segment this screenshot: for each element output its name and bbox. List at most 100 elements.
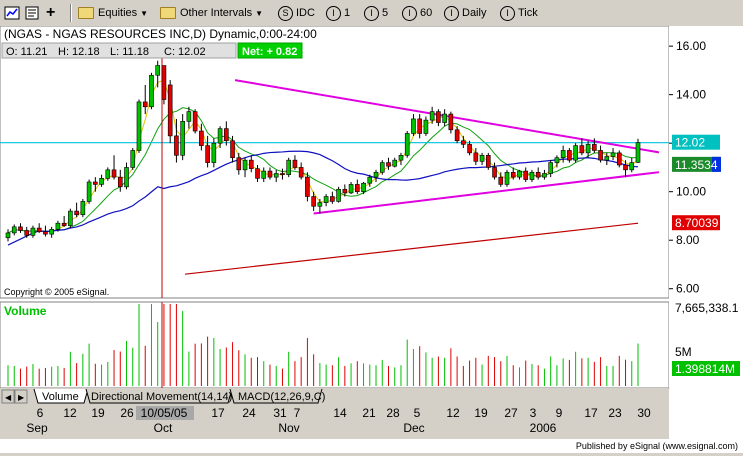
scroll-left-button[interactable]: ◀ (1, 389, 15, 404)
candle-body (36, 227, 42, 233)
month-label: 2006 (530, 421, 557, 435)
candle-body (629, 162, 635, 171)
date-tick-label: 9 (556, 406, 563, 420)
candle-body (454, 129, 460, 142)
candle-body (573, 145, 578, 161)
tab-macd[interactable]: MACD(12,26,9,C) (229, 388, 325, 404)
volume-tick-label: 5M (675, 345, 692, 359)
svg-text:◀: ◀ (5, 393, 12, 402)
candle-body (473, 152, 479, 162)
s-circle-icon: S (278, 5, 293, 21)
scroll-right-button[interactable]: ▶ (14, 389, 28, 404)
candle-body (236, 157, 242, 171)
candle-body (86, 181, 92, 202)
candle-body (560, 150, 566, 159)
date-tick-label: 21 (362, 406, 376, 420)
intervals-dropdown[interactable]: Other Intervals ▼ (160, 3, 263, 23)
candle-body (261, 170, 267, 179)
candle (336, 186, 341, 203)
candle-body (604, 156, 610, 161)
candle (573, 143, 578, 163)
candle-body (292, 159, 298, 168)
properties-icon[interactable] (24, 3, 40, 23)
copyright: Copyright © 2005 eSignal. (4, 287, 109, 297)
folder-icon (78, 7, 94, 19)
candle-body (24, 230, 30, 236)
candle-body (61, 222, 67, 226)
candle-body (49, 228, 54, 235)
interval-daily-button[interactable]: I Daily (444, 3, 486, 23)
candle-body (616, 152, 622, 166)
close-value: C: 12.02 (164, 46, 206, 58)
candle-body (105, 169, 111, 179)
price-badge: 8.70039 (672, 215, 720, 231)
idc-button[interactable]: S IDC (278, 3, 315, 23)
candle-body (610, 152, 616, 157)
candle-body (579, 145, 585, 154)
price-tick-label: 8.00 (676, 233, 700, 247)
candle-body (461, 140, 466, 145)
candle-body (68, 210, 73, 226)
date-axis: 6 12 19 26 10/05/05 17 24 31 7 14 21 28 5 12 19 27 3 9 17 2… (0, 405, 669, 439)
date-tick-label: 7 (294, 406, 301, 420)
candle-body (267, 170, 273, 178)
month-label: Oct (154, 421, 173, 435)
date-tick-label: 17 (584, 406, 598, 420)
candle (68, 208, 73, 229)
interval-1-button[interactable]: I 1 (326, 3, 350, 23)
price-tick-label: 10.00 (676, 185, 706, 199)
candle-body (211, 142, 217, 163)
candle (86, 179, 92, 204)
candle-body (317, 202, 323, 207)
candle-body (542, 173, 547, 178)
candle-body (142, 101, 148, 108)
i-circle-icon: I (444, 5, 459, 21)
candle-body (479, 154, 485, 162)
candle-body (423, 119, 429, 134)
date-tick-label: 10/05/05 (141, 406, 188, 420)
candle-body (311, 196, 316, 207)
candle-body (392, 159, 398, 167)
low-value: L: 11.18 (110, 46, 149, 58)
candle-body (298, 167, 304, 178)
date-tick-label: 5 (414, 406, 421, 420)
date-tick-label: 30 (637, 406, 651, 420)
candle (404, 131, 410, 158)
candle (635, 138, 641, 164)
candle-body (373, 171, 379, 178)
price-chart[interactable]: (NGAS - NGAS RESOURCES INC,D) Dynamic,0:… (0, 25, 743, 453)
candle (286, 157, 291, 178)
date-tick-label: 26 (120, 406, 134, 420)
month-label: Nov (278, 421, 299, 435)
chart-icon[interactable] (4, 3, 20, 23)
interval-tick-button[interactable]: I Tick (500, 3, 538, 23)
published-by: Published by eSignal (www.esignal.com) (576, 441, 738, 451)
month-label: Dec (403, 421, 424, 435)
chevron-down-icon: ▼ (140, 8, 149, 18)
toolbar: + Equities ▼ Other Intervals ▼ S IDC I 1… (0, 0, 743, 27)
tab-directional-movement[interactable]: Directional Movement(14,14) (85, 388, 233, 404)
candle-body (404, 133, 410, 156)
date-tick-label: 31 (273, 406, 287, 420)
candle-body (467, 144, 472, 154)
candle-body (30, 227, 36, 236)
month-label: Sep (26, 421, 48, 435)
candle-body (117, 176, 123, 188)
candle-body (429, 111, 435, 121)
candle-body (124, 167, 129, 188)
candle-body (498, 176, 504, 185)
candle (192, 109, 198, 134)
interval-5-button[interactable]: I 5 (364, 3, 388, 23)
candle-body (398, 154, 404, 161)
date-tick-label: 6 (37, 406, 44, 420)
candle-body (55, 222, 61, 230)
candle (80, 198, 86, 218)
candle-body (18, 226, 23, 231)
interval-60-button[interactable]: I 60 (402, 3, 432, 23)
equities-dropdown[interactable]: Equities ▼ (78, 3, 148, 23)
candle (136, 99, 142, 153)
chart-area[interactable]: (NGAS - NGAS RESOURCES INC,D) Dynamic,0:… (0, 25, 743, 453)
tab-volume[interactable]: Volume (33, 388, 89, 404)
candle (485, 152, 491, 170)
add-icon[interactable]: + (46, 3, 55, 23)
